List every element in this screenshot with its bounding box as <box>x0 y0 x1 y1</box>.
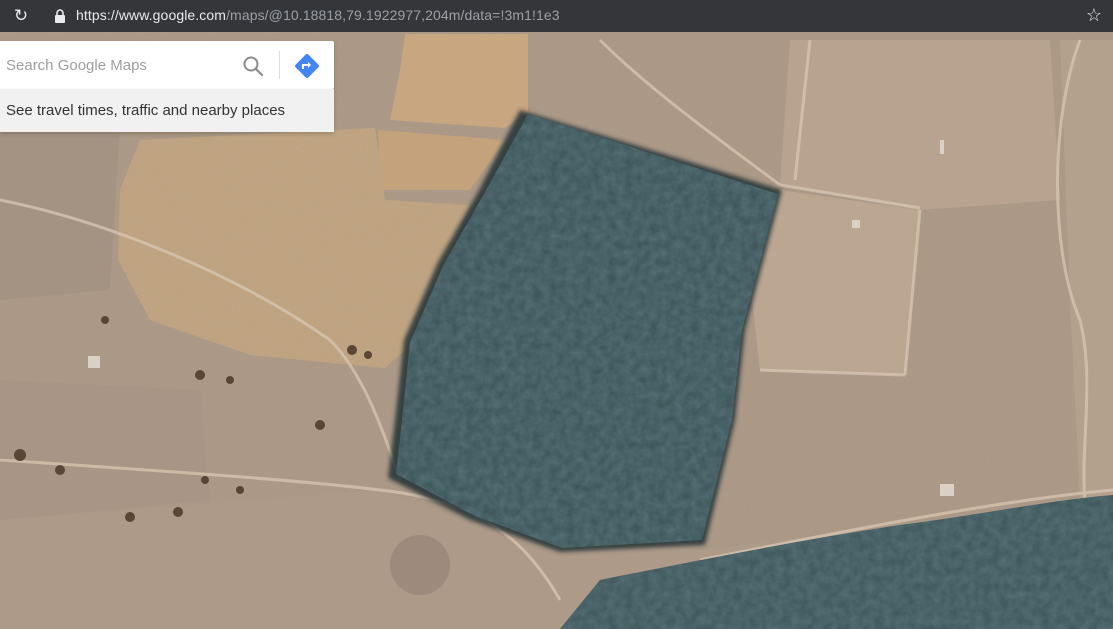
travel-hint-text: See travel times, traffic and nearby pla… <box>6 102 286 119</box>
directions-icon[interactable] <box>294 53 320 79</box>
field-left-bottom <box>0 380 210 520</box>
browser-address-bar: ↻ https://www.google.com/maps/@10.18818,… <box>0 0 1113 32</box>
travel-hint-bar[interactable]: See travel times, traffic and nearby pla… <box>0 89 334 132</box>
field-left-top <box>0 125 120 300</box>
search-input[interactable] <box>6 55 226 75</box>
url-host: https://www.google.com <box>76 7 227 23</box>
field-right-middle <box>750 190 920 375</box>
url-path: /maps/@10.18818,79.1922977,204m/data=!3m… <box>226 7 560 23</box>
field-right-top <box>780 40 1060 210</box>
url-field[interactable]: https://www.google.com/maps/@10.18818,79… <box>76 7 560 23</box>
search-icon[interactable] <box>240 53 266 79</box>
field-light-top <box>390 34 528 128</box>
reload-icon[interactable]: ↻ <box>11 6 31 26</box>
star-icon[interactable]: ☆ <box>1086 5 1102 26</box>
lock-icon <box>55 9 65 23</box>
circular-patch <box>390 535 450 595</box>
search-divider <box>279 51 280 79</box>
search-panel <box>0 41 334 89</box>
